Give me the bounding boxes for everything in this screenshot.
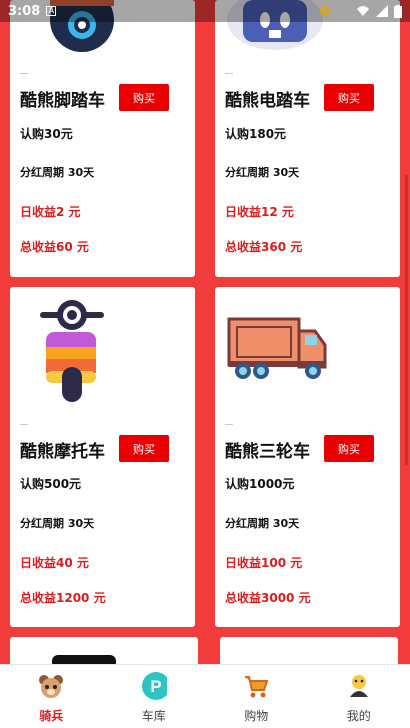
- buy-button[interactable]: 购买: [324, 84, 374, 111]
- notification-icon: A: [46, 6, 57, 16]
- product-card[interactable]: 酷熊脚踏车 购买 认购30元 分红周期 30天 日收益2 元 总收益60 元: [10, 0, 195, 277]
- product-cycle: 分红周期 30天: [20, 166, 95, 179]
- product-cycle: 分红周期 30天: [20, 517, 95, 530]
- product-daily-income: 日收益40 元: [20, 556, 89, 570]
- notification-dot-icon: [320, 6, 330, 16]
- status-icons: [320, 4, 402, 18]
- avatar-icon: [346, 673, 372, 699]
- nav-label: 购物: [244, 709, 269, 723]
- product-price: 认购1000元: [225, 477, 295, 491]
- product-title: 酷熊三轮车: [225, 442, 310, 462]
- product-price: 认购30元: [20, 127, 73, 141]
- scooter-icon: [40, 300, 104, 402]
- product-card[interactable]: 酷熊三轮车 购买 认购1000元 分红周期 30天 日收益100 元 总收益30…: [215, 287, 400, 627]
- nav-label: 我的: [346, 709, 371, 723]
- product-title: 酷熊摩托车: [20, 442, 105, 462]
- product-total-income: 总收益60 元: [20, 240, 89, 254]
- product-card[interactable]: 酷熊电踏车 购买 认购180元 分红周期 30天 日收益12 元 总收益360 …: [215, 0, 400, 277]
- product-cycle: 分红周期 30天: [225, 517, 300, 530]
- parking-icon: P: [141, 672, 167, 700]
- cart-icon: [243, 673, 269, 699]
- product-card[interactable]: 酷熊摩托车 购买 认购500元 分红周期 30天 日收益40 元 总收益1200…: [10, 287, 195, 627]
- product-total-income: 总收益3000 元: [225, 591, 311, 605]
- divider: [225, 73, 233, 74]
- svg-text:P: P: [150, 677, 161, 696]
- product-price: 认购180元: [225, 127, 287, 141]
- wifi-icon: [357, 6, 369, 16]
- bottom-nav: 骑兵 P 车库 购物 我的: [0, 664, 410, 728]
- nav-item-mine[interactable]: 我的: [308, 665, 410, 728]
- divider: [20, 424, 28, 425]
- divider: [225, 424, 233, 425]
- status-time: 3:08: [8, 3, 41, 19]
- bear-icon: [38, 673, 64, 699]
- nav-item-cavalry[interactable]: 骑兵: [0, 665, 103, 728]
- product-image: [52, 655, 116, 667]
- product-daily-income: 日收益12 元: [225, 205, 294, 219]
- nav-item-shop[interactable]: 购物: [205, 665, 308, 728]
- product-daily-income: 日收益100 元: [225, 556, 303, 570]
- product-title: 酷熊脚踏车: [20, 91, 105, 111]
- product-total-income: 总收益360 元: [225, 240, 303, 254]
- product-price: 认购500元: [20, 477, 82, 491]
- nav-item-garage[interactable]: P 车库: [103, 665, 206, 728]
- truck-icon: [227, 317, 327, 379]
- product-daily-income: 日收益2 元: [20, 205, 81, 219]
- status-bar: 3:08 A: [0, 0, 410, 22]
- product-title: 酷熊电踏车: [225, 91, 310, 111]
- product-total-income: 总收益1200 元: [20, 591, 106, 605]
- signal-icon: [376, 5, 388, 17]
- nav-label: 车库: [141, 709, 166, 723]
- buy-button[interactable]: 购买: [324, 435, 374, 462]
- nav-label: 骑兵: [39, 709, 64, 723]
- divider: [20, 73, 28, 74]
- scrollbar[interactable]: [405, 175, 408, 465]
- buy-button[interactable]: 购买: [119, 84, 169, 111]
- battery-icon: [394, 4, 402, 18]
- product-image: [10, 287, 195, 407]
- buy-button[interactable]: 购买: [119, 435, 169, 462]
- product-image: [215, 287, 400, 407]
- product-cycle: 分红周期 30天: [225, 166, 300, 179]
